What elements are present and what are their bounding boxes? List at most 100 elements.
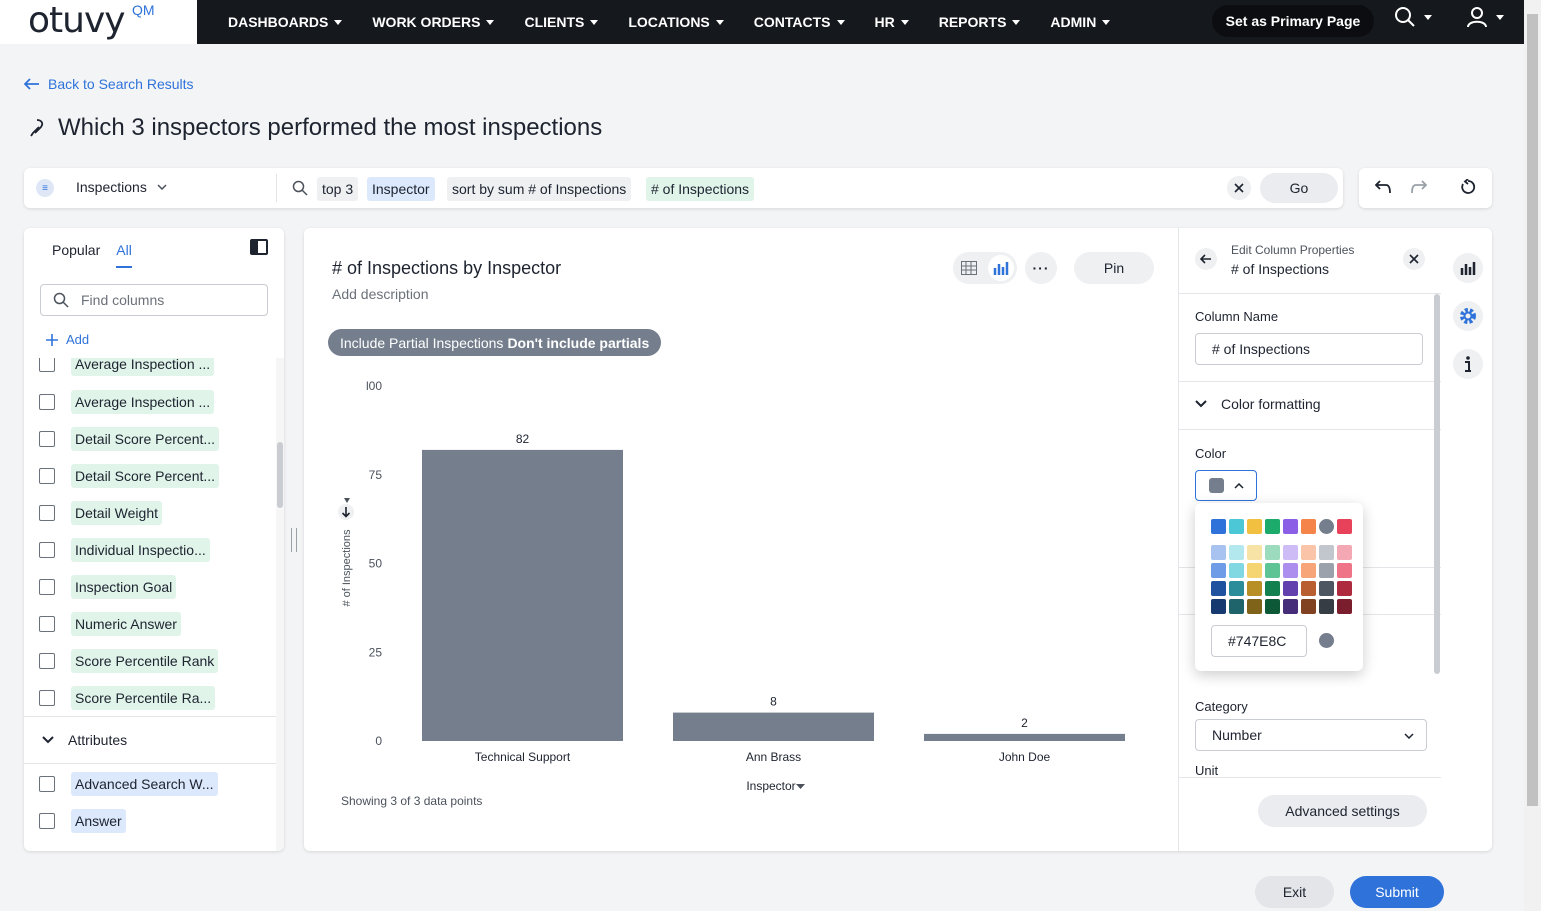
column-chip[interactable]: Average Inspection ... <box>71 390 215 414</box>
chart-view-button[interactable] <box>988 255 1014 281</box>
list-item[interactable]: Score Percentile Ra... <box>39 686 216 710</box>
find-columns-input[interactable]: Find columns <box>40 284 268 316</box>
column-chip[interactable]: Score Percentile Rank <box>71 649 219 673</box>
color-swatch[interactable] <box>1319 519 1334 534</box>
color-swatch[interactable] <box>1283 563 1298 578</box>
attributes-section-header[interactable]: Attributes <box>24 716 276 764</box>
chart-title[interactable]: # of Inspections by Inspector <box>332 258 561 279</box>
color-swatch[interactable] <box>1337 563 1352 578</box>
nav-admin[interactable]: ADMIN <box>1050 14 1111 30</box>
color-swatch[interactable] <box>1301 563 1316 578</box>
data-source-icon[interactable]: ≡ <box>36 179 54 197</box>
reset-icon[interactable] <box>1460 179 1476 195</box>
color-swatch[interactable] <box>1337 599 1352 614</box>
checkbox[interactable] <box>39 690 55 706</box>
color-swatch[interactable] <box>1247 563 1262 578</box>
nav-contacts[interactable]: CONTACTS <box>754 14 845 30</box>
page-scrollbar[interactable] <box>1524 0 1541 911</box>
color-swatch[interactable] <box>1301 599 1316 614</box>
nav-work-orders[interactable]: WORK ORDERS <box>372 14 495 30</box>
search-token[interactable]: # of Inspections <box>646 177 755 201</box>
list-item[interactable]: Detail Score Percent... <box>39 427 220 451</box>
checkbox[interactable] <box>39 468 55 484</box>
column-chip[interactable]: Average Inspection ... <box>71 358 215 376</box>
column-chip[interactable]: Answer <box>71 809 126 833</box>
undo-icon[interactable] <box>1375 180 1391 194</box>
checkbox[interactable] <box>39 653 55 669</box>
close-button[interactable] <box>1403 248 1425 270</box>
checkbox[interactable] <box>39 776 55 792</box>
color-swatch[interactable] <box>1319 545 1334 560</box>
column-chip[interactable]: Detail Score Percent... <box>71 427 220 451</box>
color-swatch[interactable] <box>1319 599 1334 614</box>
color-swatch[interactable] <box>1265 581 1280 596</box>
list-item[interactable]: Detail Weight <box>39 501 163 525</box>
tab-popular[interactable]: Popular <box>52 242 100 268</box>
set-primary-page-button[interactable]: Set as Primary Page <box>1212 5 1374 37</box>
filter-chip[interactable]: Include Partial Inspections Don't includ… <box>328 329 662 356</box>
checkbox[interactable] <box>39 542 55 558</box>
submit-button[interactable]: Submit <box>1350 876 1444 908</box>
checkbox[interactable] <box>39 813 55 829</box>
color-swatch[interactable] <box>1229 599 1244 614</box>
nav-clients[interactable]: CLIENTS <box>524 14 599 30</box>
column-chip[interactable]: Score Percentile Ra... <box>71 686 216 710</box>
list-item[interactable]: Answer <box>39 809 126 833</box>
column-chip[interactable]: Detail Weight <box>71 501 163 525</box>
color-swatch[interactable] <box>1265 545 1280 560</box>
color-swatch[interactable] <box>1283 545 1298 560</box>
color-swatch[interactable] <box>1247 599 1262 614</box>
color-swatch[interactable] <box>1337 545 1352 560</box>
column-list-scrollbar[interactable] <box>276 358 284 851</box>
panel-resize-handle[interactable] <box>291 528 297 552</box>
color-swatch[interactable] <box>1229 545 1244 560</box>
color-swatch[interactable] <box>1211 563 1226 578</box>
color-swatch[interactable] <box>1211 545 1226 560</box>
search-token[interactable]: Inspector <box>367 177 435 201</box>
nav-dashboards[interactable]: DASHBOARDS <box>228 14 343 30</box>
hex-color-input[interactable]: #747E8C <box>1211 625 1307 657</box>
table-view-button[interactable] <box>956 255 982 281</box>
list-item[interactable]: Advanced Search W... <box>39 772 218 796</box>
checkbox[interactable] <box>39 579 55 595</box>
nav-reports[interactable]: REPORTS <box>939 14 1021 30</box>
caret-down-icon[interactable] <box>796 784 805 789</box>
exit-button[interactable]: Exit <box>1255 876 1334 908</box>
collapse-panel-icon[interactable] <box>250 239 268 255</box>
pin-button[interactable]: Pin <box>1074 252 1154 284</box>
info-button[interactable] <box>1453 349 1483 379</box>
redo-icon[interactable] <box>1411 180 1427 194</box>
nav-hr[interactable]: HR <box>875 14 909 30</box>
column-list[interactable]: Average Inspection ... Average Inspectio… <box>24 358 276 851</box>
clear-search-button[interactable] <box>1227 176 1251 200</box>
list-item[interactable]: Score Percentile Rank <box>39 649 219 673</box>
advanced-settings-button[interactable]: Advanced settings <box>1258 795 1427 827</box>
tab-all[interactable]: All <box>116 242 132 268</box>
bar[interactable] <box>924 733 1125 741</box>
chart-type-button[interactable] <box>1453 253 1483 283</box>
bar[interactable] <box>422 449 623 741</box>
sort-button[interactable] <box>338 504 354 520</box>
color-swatch[interactable] <box>1211 599 1226 614</box>
go-button[interactable]: Go <box>1260 173 1338 203</box>
color-swatch[interactable] <box>1247 545 1262 560</box>
checkbox[interactable] <box>39 358 55 372</box>
color-swatch[interactable] <box>1319 563 1334 578</box>
color-swatch[interactable] <box>1211 581 1226 596</box>
search-token[interactable]: top 3 <box>317 177 359 201</box>
color-swatch[interactable] <box>1283 581 1298 596</box>
column-chip[interactable]: Numeric Answer <box>71 612 181 636</box>
color-picker-button[interactable] <box>1195 470 1257 501</box>
column-chip[interactable]: Detail Score Percent... <box>71 464 220 488</box>
color-swatch[interactable] <box>1319 581 1334 596</box>
color-swatch[interactable] <box>1211 519 1226 534</box>
chart-description[interactable]: Add description <box>332 286 429 302</box>
back-button[interactable] <box>1195 248 1217 270</box>
column-chip[interactable]: Individual Inspectio... <box>71 538 210 562</box>
checkbox[interactable] <box>39 394 55 410</box>
color-formatting-toggle[interactable]: Color formatting <box>1195 396 1321 412</box>
list-item[interactable]: Average Inspection ... <box>39 390 215 414</box>
list-item[interactable]: Detail Score Percent... <box>39 464 220 488</box>
column-name-input[interactable]: # of Inspections <box>1195 333 1423 365</box>
x-axis-label[interactable]: Inspector <box>746 779 795 793</box>
